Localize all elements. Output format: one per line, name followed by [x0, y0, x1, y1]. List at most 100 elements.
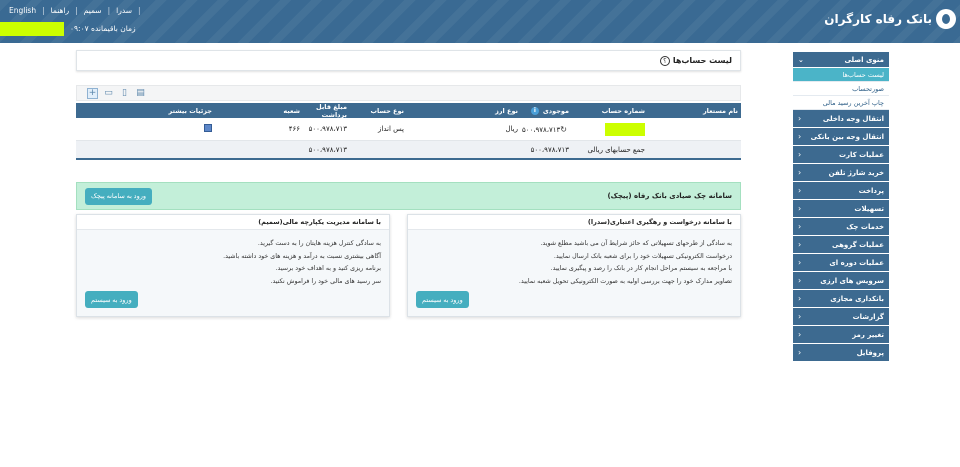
samim-login-button[interactable]: ورود به سیستم [85, 291, 138, 308]
chevron-left-icon: ‹ [798, 258, 802, 267]
sidebar-item-internal-transfer[interactable]: انتقال وجه داخلی ‹ [793, 110, 889, 128]
separator: | [138, 6, 141, 15]
sidebar-item-virtual-banking[interactable]: بانکداری مجازی ‹ [793, 290, 889, 308]
col-withdrawable: مبلغ قابل برداشت [316, 102, 347, 119]
info-icon[interactable]: i [530, 106, 539, 115]
sadra-line: به سادگی از طرحهای تسهیلاتی که حائز شرای… [540, 240, 732, 247]
help-icon[interactable]: ؟ [659, 55, 670, 66]
add-icon[interactable]: + [87, 87, 98, 99]
sadra-card-title: با سامانه درخواست و رهگیری اعتباری(سدرا) [408, 215, 740, 230]
sidebar-item-phone-topup[interactable]: خرید شارژ تلفن ‹ [793, 164, 889, 182]
sidebar-item-label: تغییر رمز [852, 330, 884, 339]
cell-currency: ریال [505, 125, 518, 133]
table-row[interactable]: ↻۵۰۰،۹۷۸،۷۱۳ ریال پس انداز ۵۰۰،۹۷۸،۷۱۳ ۴… [76, 118, 741, 141]
sadra-line: درخواست الکترونیکی تسهیلات خود را برای ش… [553, 252, 732, 260]
refresh-icon[interactable]: ↻ [560, 125, 567, 134]
cheque-system-title: سامانه چک صیادی بانک رفاه (پیچک) [607, 192, 732, 200]
session-timer: زمان باقیمانده ۰۹:۰۷ [70, 24, 136, 33]
sidebar-item-card-operations[interactable]: عملیات کارت ‹ [793, 146, 889, 164]
table-toolbar: + ▭ ▯ ▤ [76, 85, 741, 101]
sidebar-item-label: تسهیلات [854, 204, 884, 213]
sidebar-item-profile[interactable]: پروفایل ‹ [793, 344, 889, 362]
sidebar-item-label: انتقال وجه بین بانکی [810, 132, 884, 141]
table-summary-row: جمع حسابهای ریالی ۵۰۰،۹۷۸،۷۱۳ ۵۰۰،۹۷۸،۷۱… [76, 141, 741, 158]
chevron-left-icon: ‹ [798, 204, 802, 213]
summary-withdrawable: ۵۰۰،۹۷۸،۷۱۳ [308, 145, 347, 154]
bank-name: بانک رفاه کارگران [824, 12, 932, 26]
redacted-account-number [605, 122, 645, 136]
link-samim[interactable]: سمیم [79, 6, 107, 15]
export-file-icon[interactable]: ▯ [119, 88, 130, 99]
sidebar-item-label: سرویس های ارزی [820, 276, 884, 285]
cheque-system-banner: سامانه چک صیادی بانک رفاه (پیچک) ورود به… [76, 182, 741, 210]
sidebar-sub-print-receipt[interactable]: چاپ آخرین رسید مالی [793, 96, 889, 110]
sidebar-item-payment[interactable]: پرداخت ‹ [793, 182, 889, 200]
sidebar-sub-account-list[interactable]: لیست حساب‌ها [793, 68, 889, 82]
chevron-left-icon: ‹ [798, 348, 802, 357]
sadra-line: با مراجعه به سیستم مراحل انجام کار در با… [550, 265, 732, 272]
bank-logo-icon [936, 9, 956, 29]
samim-line: آگاهی بیشتری نسبت به درآمد و هزینه های خ… [223, 252, 381, 260]
chevron-down-icon: ⌄ [798, 55, 804, 64]
sidebar-main-menu[interactable]: منوی اصلی ⌄ [793, 52, 889, 68]
enter-pichak-button[interactable]: ورود به سامانه پیچک [85, 187, 152, 205]
top-header: English | راهنما | سمیم | سدرا | زمان باقیما… [0, 0, 960, 43]
chevron-left-icon: ‹ [798, 240, 802, 249]
col-more-details: جزئیات بیشتر [168, 106, 212, 115]
sidebar-item-cheque-services[interactable]: خدمات چک ‹ [793, 218, 889, 236]
col-alias: نام مستعار [702, 106, 738, 115]
table-header: نام مستعار شماره حساب موجودیi نوع ارز نو… [76, 102, 741, 119]
col-account-type: نوع حساب [370, 106, 405, 115]
link-help[interactable]: راهنما [46, 6, 75, 15]
col-account-number: شماره حساب [601, 106, 645, 115]
sidebar-item-currency-services[interactable]: سرویس های ارزی ‹ [793, 272, 889, 290]
col-balance: موجودیi [521, 106, 572, 115]
sidebar-main-menu-label: منوی اصلی [844, 55, 884, 64]
chevron-left-icon: ‹ [798, 168, 802, 177]
chevron-left-icon: ‹ [798, 186, 802, 195]
sidebar-item-label: خرید شارژ تلفن [828, 168, 884, 177]
col-branch: شعبه [283, 106, 300, 115]
sidebar-item-periodic-operations[interactable]: عملیات دوره ای ‹ [793, 254, 889, 272]
chevron-left-icon: ‹ [798, 132, 802, 141]
sidebar-item-label: گزارشات [852, 312, 884, 321]
sadra-login-button[interactable]: ورود به سیستم [416, 291, 469, 308]
sidebar-item-change-password[interactable]: تغییر رمز ‹ [793, 326, 889, 344]
cell-balance-value: ۵۰۰،۹۷۸،۷۱۳ [521, 125, 561, 134]
details-icon[interactable] [204, 124, 212, 132]
chevron-left-icon: ‹ [798, 312, 802, 321]
document-icon[interactable]: ▤ [135, 88, 146, 99]
cell-more-details [140, 124, 215, 134]
page-title-bar: لیست حساب‌ها ؟ [76, 50, 741, 71]
link-english[interactable]: English [4, 6, 41, 15]
chevron-left-icon: ‹ [798, 276, 802, 285]
sidebar-item-label: پروفایل [856, 348, 884, 357]
page-title: لیست حساب‌ها [672, 56, 732, 65]
cell-account-type: پس انداز [378, 125, 404, 133]
link-sadra[interactable]: سدرا [111, 6, 137, 15]
samim-line: برنامه ریزی کنید و به اهداف خود برسید. [275, 265, 381, 272]
sidebar-item-interbank-transfer[interactable]: انتقال وجه بین بانکی ‹ [793, 128, 889, 146]
samim-card-title: با سامانه مدیریت یکپارچه مالی(سمیم) [77, 215, 389, 230]
summary-label: جمع حسابهای ریالی [587, 145, 645, 154]
chevron-left-icon: ‹ [798, 294, 802, 303]
top-links: English | راهنما | سمیم | سدرا | [4, 6, 142, 15]
sidebar-item-label: بانکداری مجازی [830, 294, 884, 303]
sidebar-item-label: خدمات چک [846, 222, 884, 231]
redacted-user-name [0, 22, 64, 36]
chevron-left-icon: ‹ [798, 114, 802, 123]
sidebar-item-label: عملیات گروهی [831, 240, 884, 249]
col-balance-label: موجودی [542, 106, 569, 115]
col-currency: نوع ارز [495, 106, 518, 115]
sadra-line: تصاویر مدارک خود را جهت بررسی اولیه به ص… [518, 277, 732, 285]
chevron-left-icon: ‹ [798, 150, 802, 159]
sidebar-sub-statement[interactable]: صورتحساب [793, 82, 889, 96]
sidebar-item-group-operations[interactable]: عملیات گروهی ‹ [793, 236, 889, 254]
chevron-left-icon: ‹ [798, 330, 802, 339]
sadra-card: با سامانه درخواست و رهگیری اعتباری(سدرا)… [407, 214, 741, 317]
cell-account-number [572, 122, 648, 136]
sidebar-item-reports[interactable]: گزارشات ‹ [793, 308, 889, 326]
accounts-table: نام مستعار شماره حساب موجودیi نوع ارز نو… [76, 103, 741, 160]
sidebar-item-loans[interactable]: تسهیلات ‹ [793, 200, 889, 218]
print-icon[interactable]: ▭ [103, 88, 114, 99]
